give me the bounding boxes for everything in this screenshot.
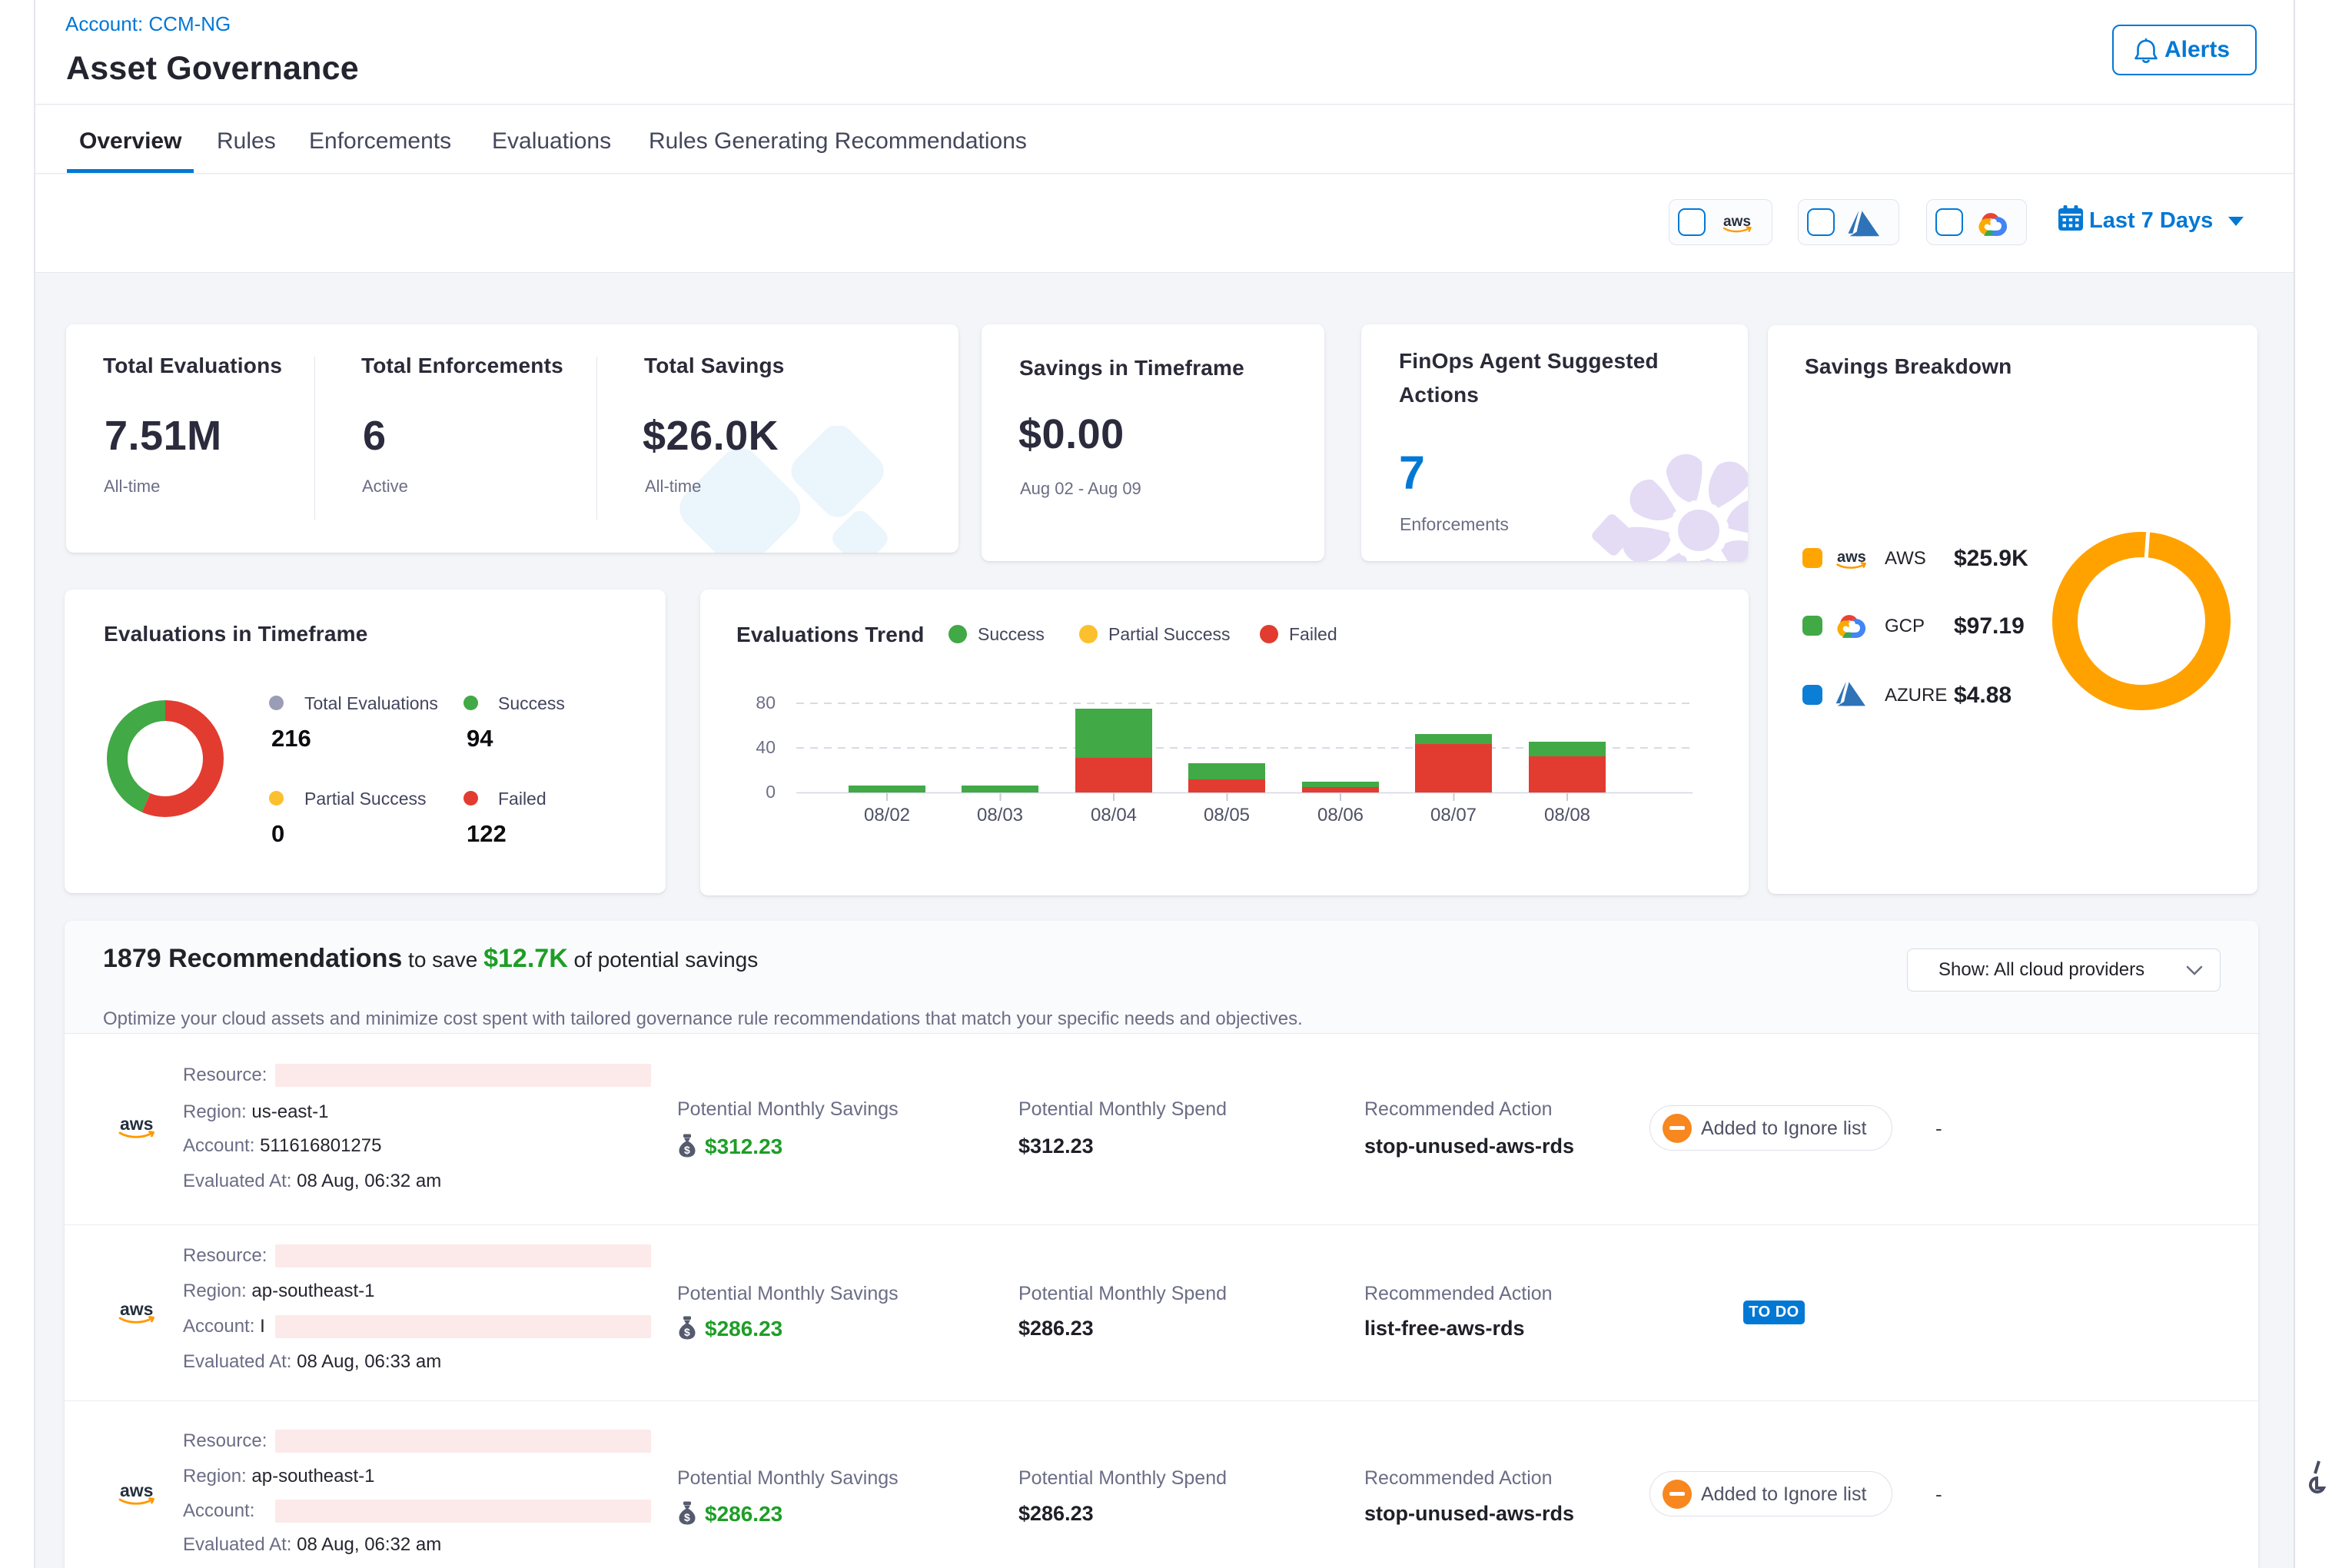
svg-text:aws: aws [120,1480,153,1500]
svg-text:$: $ [684,1144,690,1156]
svg-text:aws: aws [120,1299,153,1319]
svg-text:$: $ [684,1511,690,1523]
svg-text:aws: aws [120,1114,153,1134]
svg-text:$: $ [684,1326,690,1338]
